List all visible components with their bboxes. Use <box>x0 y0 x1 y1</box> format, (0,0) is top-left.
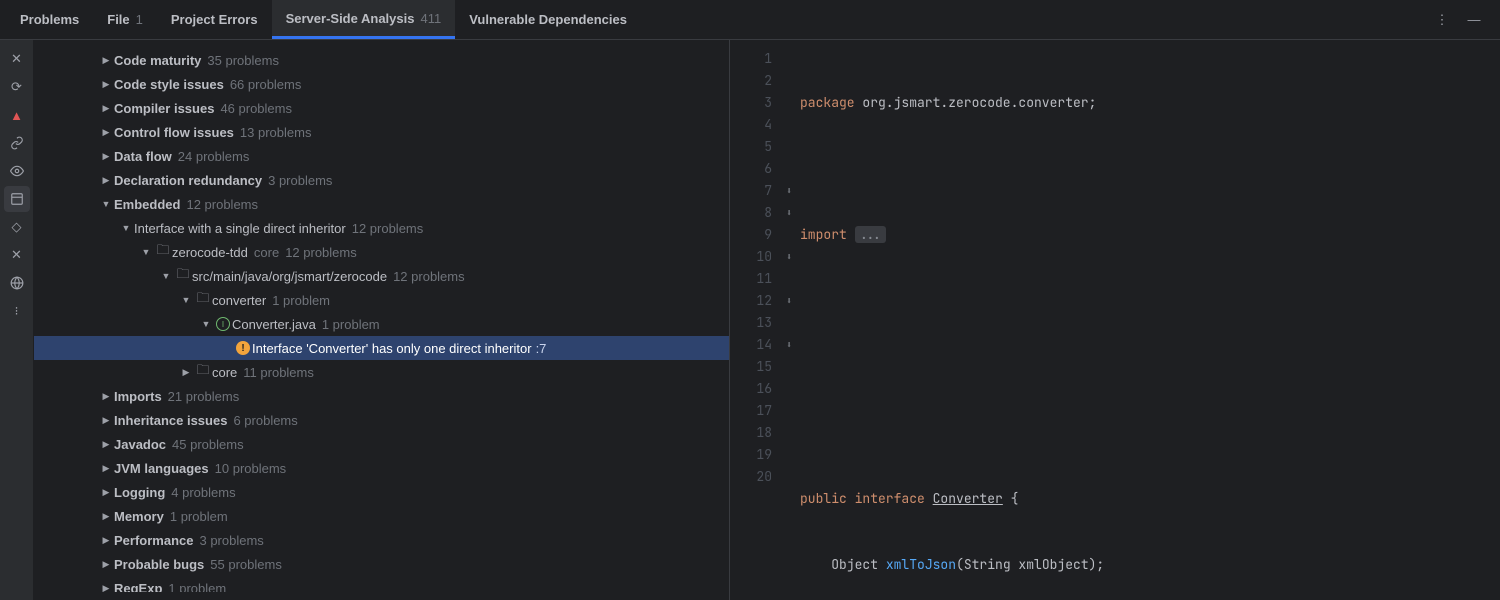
tab-vulnerable-dependencies[interactable]: Vulnerable Dependencies <box>455 0 641 39</box>
chevron-right-icon[interactable]: ▶ <box>98 79 114 90</box>
refresh-icon[interactable]: ⟳ <box>4 74 30 100</box>
chevron-right-icon[interactable]: ▶ <box>98 559 114 570</box>
folder-row[interactable]: ▶🗀core11 problems <box>34 360 729 384</box>
chevron-down-icon[interactable]: ▼ <box>138 247 154 257</box>
warning-icon: ! <box>234 341 252 355</box>
path-row[interactable]: ▼🗀src/main/java/org/jsmart/zerocode12 pr… <box>34 264 729 288</box>
chevron-right-icon[interactable]: ▶ <box>98 127 114 138</box>
chevron-right-icon[interactable]: ▶ <box>98 439 114 450</box>
tab-file[interactable]: File 1 <box>93 0 157 39</box>
category-row[interactable]: ▶Code maturity35 problems <box>34 48 729 72</box>
eye-icon[interactable] <box>4 158 30 184</box>
category-row[interactable]: ▶Inheritance issues6 problems <box>34 408 729 432</box>
category-row[interactable]: ▶Declaration redundancy3 problems <box>34 168 729 192</box>
tab-label: File <box>107 12 129 27</box>
tab-label: Project Errors <box>171 12 258 27</box>
chevron-right-icon[interactable]: ▶ <box>98 415 114 426</box>
chevron-down-icon[interactable]: ▼ <box>98 199 114 209</box>
folder-icon: 🗀 <box>194 361 212 383</box>
category-row[interactable]: ▶Probable bugs55 problems <box>34 552 729 576</box>
preview-icon[interactable] <box>4 186 30 212</box>
tab-count: 1 <box>136 12 143 27</box>
category-row[interactable]: ▶Compiler issues46 problems <box>34 96 729 120</box>
tab-count: 411 <box>420 11 441 26</box>
problems-tabbar: Problems File 1 Project Errors Server-Sid… <box>0 0 1500 40</box>
chevron-right-icon[interactable]: ▶ <box>98 55 114 66</box>
category-row[interactable]: ▶Control flow issues13 problems <box>34 120 729 144</box>
chevron-right-icon[interactable]: ▶ <box>98 511 114 522</box>
problem-row[interactable]: !Interface 'Converter' has only one dire… <box>34 336 729 360</box>
folder-icon: 🗀 <box>154 241 172 263</box>
chevron-down-icon[interactable]: ▼ <box>158 271 174 281</box>
expand-icon[interactable]: ⁝ <box>4 298 30 324</box>
category-row[interactable]: ▶Code style issues66 problems <box>34 72 729 96</box>
implements-icon[interactable]: ⬇ <box>780 202 798 224</box>
implements-icon[interactable]: ⬇ <box>780 290 798 312</box>
tab-project-errors[interactable]: Project Errors <box>157 0 272 39</box>
module-row[interactable]: ▼🗀zerocode-tddcore12 problems <box>34 240 729 264</box>
category-row[interactable]: ▶JVM languages10 problems <box>34 456 729 480</box>
folder-icon: 🗀 <box>174 265 192 287</box>
folder-icon: 🗀 <box>194 289 212 311</box>
chevron-right-icon[interactable]: ▶ <box>98 583 114 593</box>
clear-icon[interactable]: ✕ <box>4 242 30 268</box>
chevron-down-icon[interactable]: ▼ <box>118 223 134 233</box>
category-row[interactable]: ▶Data flow24 problems <box>34 144 729 168</box>
chevron-right-icon[interactable]: ▶ <box>98 151 114 162</box>
main-split: ✕ ⟳ ▲ ◇ ✕ ⁝ ▶Code maturity35 problems ▶C… <box>0 40 1500 600</box>
user-icon[interactable]: ▲ <box>4 102 30 128</box>
tab-label: Problems <box>20 12 79 27</box>
category-row[interactable]: ▶Performance3 problems <box>34 528 729 552</box>
code-preview: 1 2 3 4 5 6 7 8 9 10 11 12 13 14 15 16 1… <box>730 40 1500 600</box>
implements-icon[interactable]: ⬇ <box>780 334 798 356</box>
implements-icon[interactable]: ⬇ <box>780 180 798 202</box>
chevron-right-icon[interactable]: ▶ <box>98 463 114 474</box>
more-actions-icon[interactable]: ⋮ <box>1430 8 1454 32</box>
chevron-right-icon[interactable]: ▶ <box>98 103 114 114</box>
code-icon[interactable]: ◇ <box>4 214 30 240</box>
link-icon[interactable] <box>4 130 30 156</box>
minimize-icon[interactable]: — <box>1462 8 1486 32</box>
folder-row[interactable]: ▼🗀converter1 problem <box>34 288 729 312</box>
tab-server-side-analysis[interactable]: Server-Side Analysis 411 <box>272 0 456 39</box>
line-number-gutter: 1 2 3 4 5 6 7 8 9 10 11 12 13 14 15 16 1… <box>730 40 780 600</box>
chevron-down-icon[interactable]: ▼ <box>198 319 214 329</box>
java-interface-icon: I <box>214 317 232 331</box>
problems-tree: ▶Code maturity35 problems ▶Code style is… <box>34 40 730 600</box>
category-row[interactable]: ▶Memory1 problem <box>34 504 729 528</box>
tab-problems[interactable]: Problems <box>6 0 93 39</box>
category-row[interactable]: ▶RegExp1 problem <box>34 576 729 592</box>
chevron-right-icon[interactable]: ▶ <box>98 487 114 498</box>
problems-toolbar: ✕ ⟳ ▲ ◇ ✕ ⁝ <box>0 40 34 600</box>
fold-marker[interactable]: ... <box>855 226 886 243</box>
code-area[interactable]: package org.jsmart.zerocode.converter; i… <box>798 40 1500 600</box>
inspection-row[interactable]: ▼Interface with a single direct inherito… <box>34 216 729 240</box>
tabbar-actions: ⋮ — <box>1430 8 1494 32</box>
chevron-right-icon[interactable]: ▶ <box>178 367 194 378</box>
tab-label: Vulnerable Dependencies <box>469 12 627 27</box>
close-icon[interactable]: ✕ <box>4 46 30 72</box>
category-row[interactable]: ▶Javadoc45 problems <box>34 432 729 456</box>
category-row-expanded[interactable]: ▼Embedded12 problems <box>34 192 729 216</box>
chevron-right-icon[interactable]: ▶ <box>98 175 114 186</box>
category-row[interactable]: ▶Imports21 problems <box>34 384 729 408</box>
category-row[interactable]: ▶Logging4 problems <box>34 480 729 504</box>
chevron-down-icon[interactable]: ▼ <box>178 295 194 305</box>
gutter-marks: ⬇ ⬇ ⬇ ⬇ ⬇ <box>780 40 798 600</box>
chevron-right-icon[interactable]: ▶ <box>98 535 114 546</box>
tab-label: Server-Side Analysis <box>286 11 415 26</box>
chevron-right-icon[interactable]: ▶ <box>98 391 114 402</box>
globe-icon[interactable] <box>4 270 30 296</box>
file-row[interactable]: ▼IConverter.java1 problem <box>34 312 729 336</box>
implements-icon[interactable]: ⬇ <box>780 246 798 268</box>
